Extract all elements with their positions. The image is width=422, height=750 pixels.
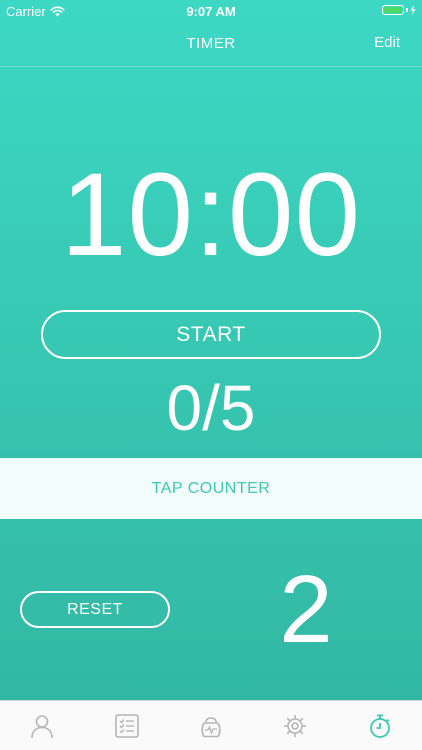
start-button[interactable]: START — [41, 310, 381, 359]
charging-bolt-icon — [410, 5, 416, 15]
status-time: 9:07 AM — [186, 4, 236, 19]
page-title: TIMER — [186, 35, 236, 52]
rounds-counter: 0/5 — [166, 372, 256, 444]
edit-button[interactable]: Edit — [374, 34, 400, 51]
profile-icon — [31, 714, 54, 738]
tab-checklist[interactable] — [84, 701, 168, 750]
tab-workout[interactable] — [169, 701, 253, 750]
stopwatch-icon — [369, 714, 390, 738]
tab-bar — [0, 700, 422, 750]
kettlebell-icon — [201, 716, 221, 737]
tab-timer[interactable] — [338, 701, 422, 750]
timer-display: 10:00 — [60, 149, 362, 281]
battery-tip — [406, 8, 408, 12]
tab-settings[interactable] — [253, 701, 337, 750]
tab-profile[interactable] — [0, 701, 84, 750]
battery-body — [382, 5, 404, 15]
tap-counter-button[interactable]: TAP COUNTER — [0, 458, 422, 519]
navigation-bar: TIMER Edit — [0, 22, 422, 67]
status-bar: Carrier 9:07 AM — [0, 0, 422, 22]
reset-button[interactable]: RESET — [20, 591, 170, 628]
gear-icon — [284, 714, 307, 737]
checklist-icon — [114, 713, 139, 738]
tap-count-display: 2 — [279, 556, 333, 663]
battery-fill — [384, 7, 402, 13]
battery-icon — [382, 5, 416, 15]
